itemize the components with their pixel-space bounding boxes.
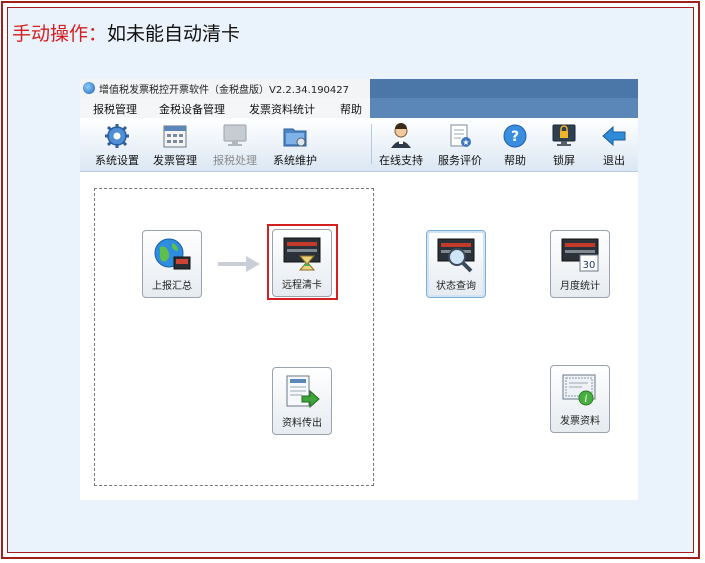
flow-arrow-icon — [218, 256, 260, 272]
toolbar-label: 发票管理 — [153, 154, 197, 167]
calendar-device-icon: 30 — [561, 238, 599, 272]
monitor-icon — [223, 124, 247, 146]
toolbar-separator — [371, 124, 372, 164]
instruction-headline: 手动操作：如未能自动清卡 — [12, 22, 240, 46]
toolbar-invoice-management[interactable]: 发票管理 — [148, 121, 202, 167]
menu-invoice-statistics[interactable]: 发票资料统计 — [249, 101, 315, 117]
toolbar-tax-processing: 报税处理 — [208, 121, 262, 167]
app-logo-icon — [83, 82, 95, 94]
exit-arrow-icon — [602, 125, 626, 147]
toolbar-system-maintenance[interactable]: 系统维护 — [268, 121, 322, 167]
tile-label: 资料传出 — [282, 418, 322, 429]
document-rating-icon: ★ — [450, 124, 471, 147]
device-hourglass-icon — [283, 237, 321, 271]
toolbar: 系统设置 发票管理 报税处理 系统维护 在线支持 ★ 服务评价 ? 帮助 锁屏 … — [80, 118, 638, 172]
toolbar-label: 退出 — [603, 154, 625, 167]
toolbar-online-support[interactable]: 在线支持 — [374, 121, 428, 167]
menu-device-management[interactable]: 金税设备管理 — [159, 101, 225, 117]
toolbar-label: 服务评价 — [438, 154, 482, 167]
svg-text:i: i — [584, 394, 587, 405]
window-title: 增值税发票税控开票软件（金税盘版）V2.2.34.190427 — [99, 85, 349, 96]
toolbar-service-rating[interactable]: ★ 服务评价 — [433, 121, 487, 167]
menu-help[interactable]: 帮助 — [340, 101, 362, 117]
data-export-button[interactable]: 资料传出 — [272, 367, 332, 435]
menu-tax-report[interactable]: 报税管理 — [93, 101, 137, 117]
folder-settings-icon — [283, 128, 307, 147]
headline-text: 如未能自动清卡 — [107, 23, 241, 45]
menu-bar: 报税管理 金税设备管理 发票资料统计 帮助 — [80, 98, 638, 118]
toolbar-lock-screen[interactable]: 锁屏 — [537, 121, 591, 167]
tile-label: 发票资料 — [560, 416, 600, 427]
svg-text:★: ★ — [462, 138, 469, 147]
tile-label: 月度统计 — [560, 281, 600, 292]
headline-prefix: 手动操作： — [12, 23, 108, 45]
toolbar-label: 在线支持 — [379, 154, 423, 167]
document-export-icon — [286, 375, 320, 409]
help-icon: ? — [503, 124, 527, 148]
svg-text:?: ? — [511, 129, 519, 145]
magnifier-device-icon — [437, 238, 475, 273]
status-query-button[interactable]: 状态查询 — [426, 230, 486, 298]
toolbar-label: 帮助 — [504, 154, 526, 167]
invoice-data-button[interactable]: i 发票资料 — [550, 365, 610, 433]
gear-icon — [105, 124, 129, 148]
invoice-info-icon: i — [562, 374, 596, 406]
invoice-management-icon — [163, 125, 187, 148]
tile-label: 状态查询 — [436, 281, 476, 292]
toolbar-label: 系统维护 — [273, 154, 317, 167]
toolbar-system-settings[interactable]: 系统设置 — [90, 121, 144, 167]
app-window: 增值税发票税控开票软件（金税盘版）V2.2.34.190427 报税管理 金税设… — [80, 79, 638, 500]
tile-label: 远程清卡 — [282, 280, 322, 291]
toolbar-label: 报税处理 — [213, 154, 257, 167]
upload-summary-button[interactable]: 上报汇总 — [142, 230, 202, 298]
remote-clear-card-button[interactable]: 远程清卡 — [272, 229, 332, 297]
toolbar-label: 锁屏 — [553, 154, 575, 167]
monthly-stats-button[interactable]: 30 月度统计 — [550, 230, 610, 298]
tile-label: 上报汇总 — [152, 281, 192, 292]
title-bar: 增值税发票税控开票软件（金税盘版）V2.2.34.190427 — [80, 79, 638, 98]
calendar-day: 30 — [583, 260, 596, 271]
toolbar-label: 系统设置 — [95, 154, 139, 167]
toolbar-help[interactable]: ? 帮助 — [488, 121, 542, 167]
globe-monitor-icon — [154, 238, 191, 270]
toolbar-exit[interactable]: 退出 — [587, 121, 641, 167]
lock-screen-icon — [552, 124, 576, 146]
support-person-icon — [391, 123, 411, 148]
